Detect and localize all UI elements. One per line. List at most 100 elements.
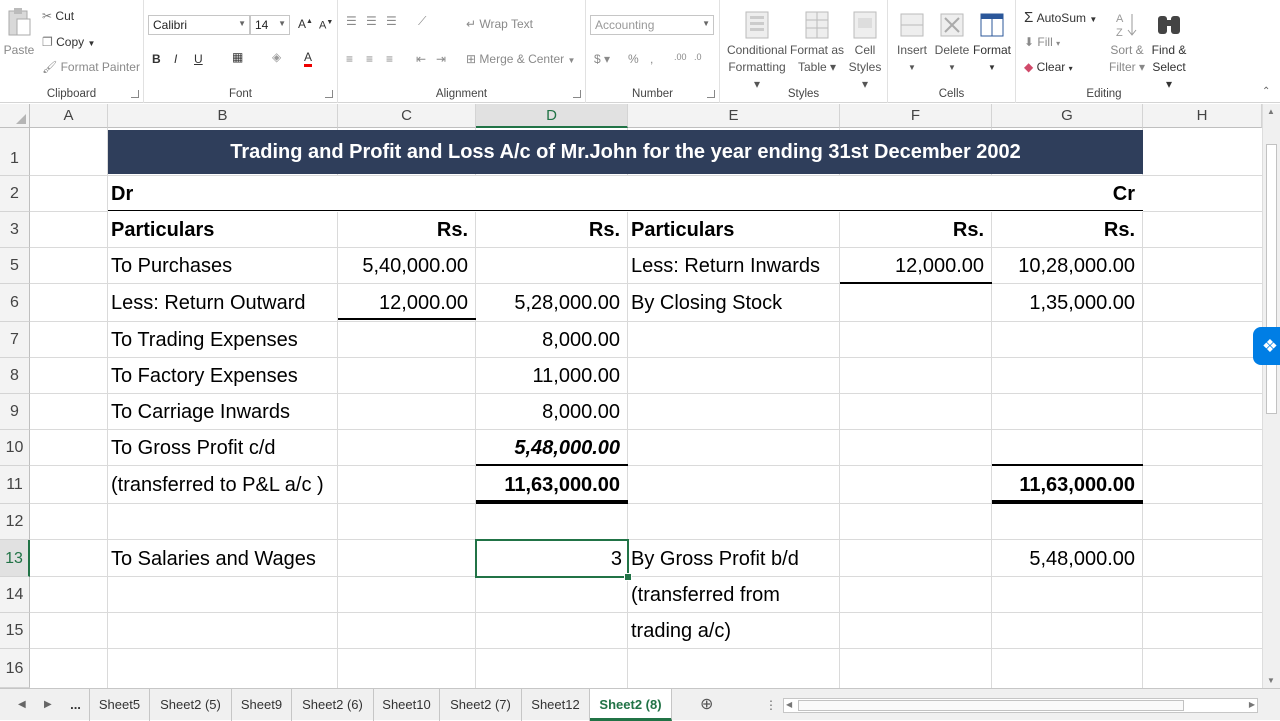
tab-sheet2-5[interactable]: Sheet2 (5) [150, 689, 232, 721]
comma-button[interactable]: , [650, 52, 653, 66]
number-launcher-icon[interactable] [707, 90, 715, 98]
tab-sheet2-8[interactable]: Sheet2 (8) [590, 689, 672, 721]
merge-center-button[interactable]: ⊞ Merge & Center ▼ [466, 52, 575, 66]
grow-font-icon[interactable]: A▲ [298, 17, 313, 31]
insert-button[interactable]: Insert ▼ [892, 8, 932, 76]
add-sheet-icon[interactable]: ⊕ [700, 689, 713, 721]
right-row-f-value[interactable]: 12,000.00 [842, 256, 984, 276]
number-format-dropdown[interactable]: Accounting ▼ [590, 15, 714, 35]
row-header-15[interactable]: 15 [0, 613, 30, 649]
paste-button[interactable]: Paste [2, 6, 36, 59]
row-header-6[interactable]: 6 [0, 284, 30, 322]
decrease-indent-icon[interactable]: ⇤ [416, 52, 426, 66]
row-header-2[interactable]: 2 [0, 176, 30, 212]
left-row-label[interactable]: To Carriage Inwards [111, 402, 290, 422]
cut-button[interactable]: ✂ Cut [42, 9, 74, 23]
sort-filter-button[interactable]: AZ Sort & Filter ▾ [1104, 8, 1150, 76]
row-header-10[interactable]: 10 [0, 430, 30, 466]
scroll-right-icon[interactable]: ▶ [1249, 700, 1255, 709]
clear-button[interactable]: ◆ Clear ▾ [1024, 60, 1073, 74]
scroll-left-icon[interactable]: ◀ [786, 700, 792, 709]
row-header-11[interactable]: 11 [0, 466, 30, 504]
right-rs-header-g[interactable]: Rs. [994, 220, 1135, 240]
row-header-3[interactable]: 3 [0, 212, 30, 248]
row-header-16[interactable]: 16 [0, 649, 30, 688]
format-painter-button[interactable]: 🖌 Format Painter [42, 60, 140, 74]
row-header-13[interactable]: 13 [0, 540, 30, 577]
gross-profit-bd-value[interactable]: 5,48,000.00 [994, 549, 1135, 569]
column-header-e[interactable]: E [628, 104, 840, 128]
left-total-value[interactable]: 11,63,000.00 [478, 475, 620, 495]
tab-sheet2-6[interactable]: Sheet2 (6) [292, 689, 374, 721]
conditional-formatting-button[interactable]: Conditional Formatting ▾ [724, 8, 790, 93]
align-left-icon[interactable]: ≡ [346, 52, 353, 66]
left-row-label[interactable]: To Trading Expenses [111, 330, 298, 350]
tab-scroll-left-icon[interactable]: ◀ [18, 689, 26, 721]
right-row-g-value[interactable]: 1,35,000.00 [994, 293, 1135, 313]
left-rs-header-d[interactable]: Rs. [478, 220, 620, 240]
row-header-9[interactable]: 9 [0, 394, 30, 430]
fill-button[interactable]: ⬇ Fill ▾ [1024, 35, 1060, 49]
find-select-button[interactable]: Find & Select ▾ [1148, 8, 1190, 93]
column-header-a[interactable]: A [30, 104, 108, 128]
column-header-f[interactable]: F [840, 104, 992, 128]
left-row-d-value[interactable]: 11,000.00 [478, 366, 621, 386]
left-row-d-value[interactable]: 5,28,000.00 [478, 293, 620, 313]
gross-profit-bd-label[interactable]: By Gross Profit b/d [631, 549, 799, 569]
dr-label[interactable]: Dr [111, 184, 133, 204]
align-bottom-icon[interactable]: ☰ [386, 14, 397, 28]
left-row-d-value[interactable]: 8,000.00 [478, 402, 620, 422]
right-row-label[interactable]: Less: Return Inwards [631, 256, 820, 276]
spreadsheet-grid[interactable]: A B C D E F G H 1 2 3 5 6 7 8 9 10 11 12… [0, 104, 1262, 688]
format-as-table-button[interactable]: Format as Table ▾ [790, 8, 844, 76]
collapse-ribbon-icon[interactable]: ⌃ [1262, 86, 1270, 97]
left-row-label[interactable]: Less: Return Outward [111, 293, 306, 313]
alignment-launcher-icon[interactable] [573, 90, 581, 98]
italic-button[interactable]: I [174, 52, 177, 66]
dropbox-icon[interactable]: ❖ [1253, 327, 1280, 365]
left-row-label[interactable]: To Factory Expenses [111, 366, 298, 386]
left-rs-header-c[interactable]: Rs. [340, 220, 468, 240]
row-header-12[interactable]: 12 [0, 504, 30, 540]
decrease-decimal-icon[interactable]: .0 [694, 52, 702, 62]
vertical-scrollbar[interactable]: ▲ ▼ [1262, 104, 1280, 688]
shrink-font-icon[interactable]: A▼ [319, 19, 333, 32]
left-row-label[interactable]: To Purchases [111, 256, 232, 276]
tab-split-handle[interactable]: ⋮ [765, 689, 777, 721]
bold-button[interactable]: B [152, 52, 161, 66]
salaries-label[interactable]: To Salaries and Wages [111, 549, 316, 569]
right-row-label[interactable]: By Closing Stock [631, 293, 782, 313]
percent-button[interactable]: % [628, 52, 639, 66]
clipboard-launcher-icon[interactable] [131, 90, 139, 98]
tab-sheet12[interactable]: Sheet12 [522, 689, 590, 721]
row-header-7[interactable]: 7 [0, 322, 30, 358]
horizontal-scroll-thumb[interactable] [798, 700, 1184, 711]
left-row-label[interactable]: To Gross Profit c/d [111, 438, 276, 458]
orientation-icon[interactable]: ⟋ [418, 14, 426, 29]
row-header-5[interactable]: 5 [0, 248, 30, 284]
tab-more[interactable]: ... [62, 689, 90, 721]
currency-icon[interactable]: $ ▾ [594, 52, 610, 66]
font-name-dropdown[interactable]: Calibri ▼ [148, 15, 250, 35]
select-all-button[interactable] [0, 104, 30, 128]
left-row-d-value[interactable]: 8,000.00 [478, 330, 620, 350]
left-particulars-header[interactable]: Particulars [111, 220, 214, 240]
horizontal-scrollbar[interactable]: ◀ ▶ [783, 698, 1258, 713]
left-row-c-value[interactable]: 12,000.00 [340, 293, 468, 313]
increase-decimal-icon[interactable]: .00 [674, 52, 687, 62]
left-row-label[interactable]: (transferred to P&L a/c ) [111, 475, 324, 495]
align-middle-icon[interactable]: ☰ [366, 14, 377, 28]
scroll-down-icon[interactable]: ▼ [1267, 676, 1275, 685]
transferred-from-label[interactable]: (transferred from [631, 585, 780, 605]
right-row-g-value[interactable]: 10,28,000.00 [994, 256, 1135, 276]
row-header-1[interactable]: 1 [0, 128, 30, 176]
align-top-icon[interactable]: ☰ [346, 14, 357, 28]
underline-button[interactable]: U [194, 52, 203, 66]
right-rs-header-f[interactable]: Rs. [842, 220, 984, 240]
copy-button[interactable]: ❐ Copy ▼ [42, 35, 95, 49]
tab-sheet9[interactable]: Sheet9 [232, 689, 292, 721]
cr-label[interactable]: Cr [1000, 184, 1135, 204]
tab-sheet2-7[interactable]: Sheet2 (7) [440, 689, 522, 721]
sheet-title[interactable]: Trading and Profit and Loss A/c of Mr.Jo… [108, 130, 1143, 174]
column-header-h[interactable]: H [1143, 104, 1262, 128]
